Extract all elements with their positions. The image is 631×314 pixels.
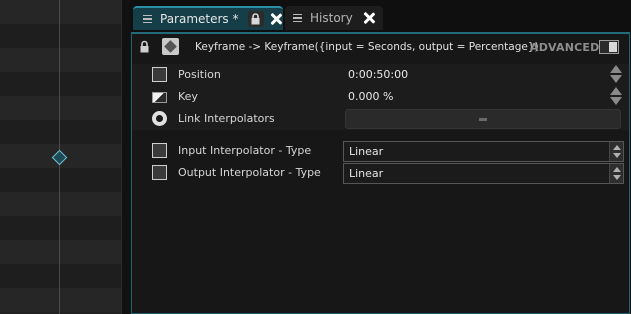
panel-splitter[interactable] [121, 0, 130, 314]
position-value[interactable]: 0:00:50:00 [348, 68, 408, 81]
param-icon[interactable] [152, 143, 167, 158]
close-icon[interactable] [270, 13, 282, 25]
param-label: Input Interpolator - Type [178, 144, 312, 157]
select-value: Linear [349, 145, 384, 158]
param-row-link-interpolators: Link Interpolators [132, 108, 629, 130]
parameters-header: Keyframe -> Keyframe({input = Seconds, o… [132, 34, 629, 60]
tab-bar: Parameters * History [130, 0, 631, 32]
tab-label: History [310, 11, 353, 25]
timeline-row [0, 240, 121, 264]
lock-icon[interactable] [247, 11, 264, 27]
node-icon[interactable] [162, 38, 179, 55]
select-value: Linear [349, 167, 384, 180]
param-label: Position [178, 68, 221, 81]
advanced-toggle[interactable] [599, 40, 619, 54]
timeline-row [0, 120, 121, 144]
menu-icon[interactable] [293, 14, 302, 22]
param-label: Output Interpolator - Type [178, 166, 321, 179]
timeline-row [0, 264, 121, 288]
parameters-panel: Parameters * History Keyframe -> Keyfram… [130, 0, 631, 314]
tab-parameters[interactable]: Parameters * [133, 6, 283, 30]
timeline-row [0, 72, 121, 96]
timeline-row [0, 96, 121, 120]
parameters-content: Keyframe -> Keyframe({input = Seconds, o… [131, 32, 630, 314]
select-arrows-icon[interactable] [609, 142, 623, 161]
tab-history[interactable]: History [285, 6, 383, 30]
input-interpolator-select[interactable]: Linear [343, 141, 624, 162]
advanced-label: ADVANCED [530, 41, 600, 54]
radio-icon[interactable] [152, 111, 167, 126]
timeline-row [0, 216, 121, 240]
tab-label: Parameters * [160, 12, 239, 26]
value-stepper[interactable] [610, 86, 622, 107]
node-title: Keyframe -> Keyframe({input = Seconds, o… [195, 41, 539, 53]
param-row-key: Key 0.000 % [132, 86, 629, 108]
param-icon[interactable] [152, 67, 167, 82]
timeline-row [0, 24, 121, 48]
timeline-row [0, 192, 121, 216]
timeline-row [0, 168, 121, 192]
timeline-row [0, 288, 121, 312]
timeline-row [0, 48, 121, 72]
key-value[interactable]: 0.000 % [348, 90, 393, 103]
value-stepper[interactable] [610, 64, 622, 85]
param-icon[interactable] [152, 165, 167, 180]
param-row-output-interpolator: Output Interpolator - Type Linear [132, 162, 629, 184]
select-arrows-icon[interactable] [609, 164, 623, 183]
close-icon[interactable] [363, 12, 375, 24]
param-label: Link Interpolators [178, 112, 275, 125]
output-interpolator-select[interactable]: Linear [343, 163, 624, 184]
timeline-panel[interactable] [0, 0, 121, 314]
menu-icon[interactable] [143, 15, 152, 23]
lock-icon[interactable] [139, 40, 150, 56]
link-interpolators-button[interactable] [345, 109, 621, 129]
param-label: Key [178, 90, 198, 103]
timeline-row [0, 0, 121, 24]
param-row-position: Position 0:00:50:00 [132, 64, 629, 86]
param-row-input-interpolator: Input Interpolator - Type Linear [132, 140, 629, 162]
key-gradient-icon[interactable] [152, 92, 167, 103]
